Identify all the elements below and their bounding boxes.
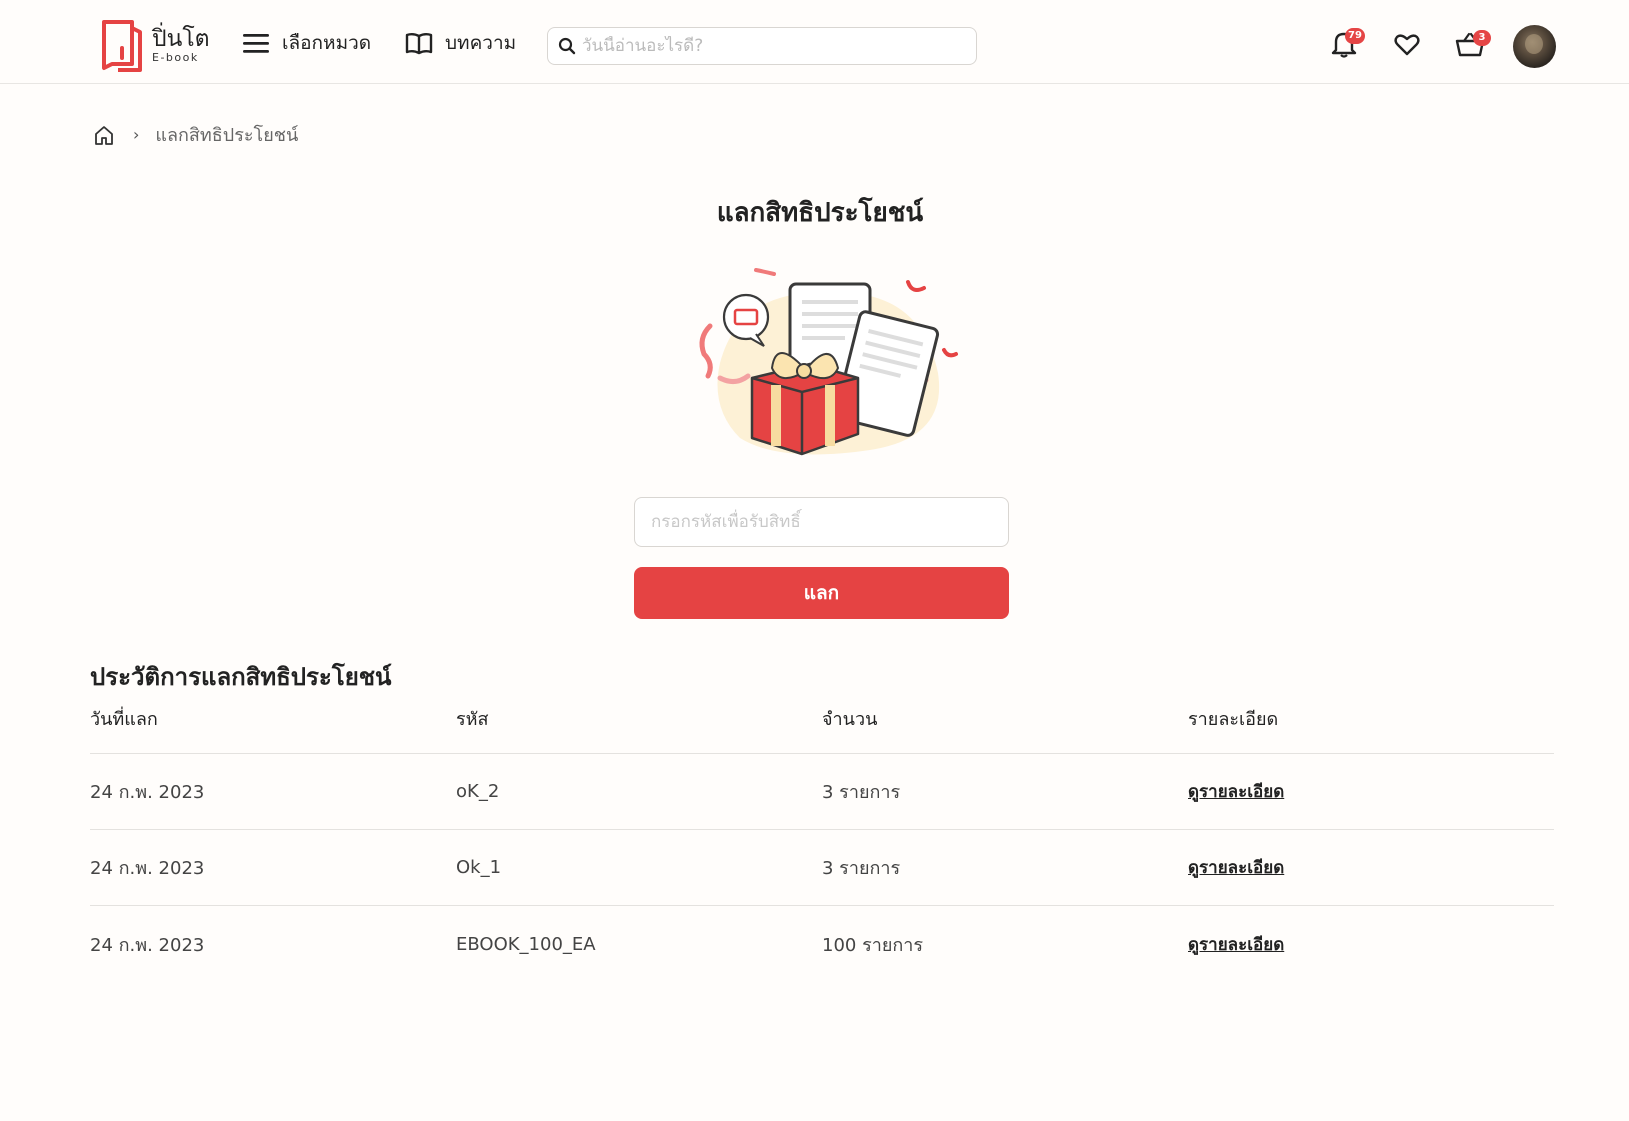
column-amount: จำนวน bbox=[822, 709, 878, 730]
row-code: oK_2 bbox=[456, 781, 500, 802]
row-amount: 100 รายการ bbox=[822, 934, 924, 956]
book-icon bbox=[405, 33, 433, 55]
column-code: รหัส bbox=[456, 709, 489, 730]
row-amount: 3 รายการ bbox=[822, 858, 901, 879]
row-date: 24 ก.พ. 2023 bbox=[90, 782, 205, 803]
view-detail-link[interactable]: ดูรายละเอียด bbox=[1188, 782, 1284, 802]
nav-articles-label: บทความ bbox=[445, 32, 517, 54]
code-input[interactable] bbox=[634, 497, 1009, 547]
wishlist-button[interactable] bbox=[1394, 33, 1420, 61]
search-input[interactable] bbox=[582, 36, 962, 56]
search-box bbox=[547, 27, 977, 65]
chevron-right-icon: › bbox=[133, 125, 140, 144]
nav-categories[interactable]: เลือกหมวด bbox=[242, 28, 371, 58]
table-row: 24 ก.พ. 2023 oK_2 3 รายการ ดูรายละเอียด bbox=[90, 754, 1554, 830]
column-date: วันที่แลก bbox=[90, 709, 158, 730]
table-header: วันที่แลก รหัส จำนวน รายละเอียด bbox=[90, 700, 1554, 754]
page-title: แลกสิทธิประโยชน์ bbox=[716, 198, 924, 228]
cart-badge: 3 bbox=[1473, 30, 1491, 46]
redeem-button[interactable]: แลก bbox=[634, 567, 1009, 619]
row-code: Ok_1 bbox=[456, 857, 502, 878]
view-detail-link[interactable]: ดูรายละเอียด bbox=[1188, 935, 1284, 955]
avatar[interactable] bbox=[1513, 25, 1556, 68]
search-icon bbox=[558, 37, 576, 55]
home-icon[interactable] bbox=[93, 124, 115, 146]
row-code: EBOOK_100_EA bbox=[456, 933, 596, 955]
top-header: ปิ่นโต E-book เลือกหมวด บทความ 79 bbox=[0, 0, 1629, 84]
notification-button[interactable]: 79 bbox=[1331, 28, 1365, 62]
column-detail: รายละเอียด bbox=[1188, 709, 1279, 730]
cart-button[interactable]: 3 bbox=[1455, 30, 1491, 62]
view-detail-link[interactable]: ดูรายละเอียด bbox=[1188, 858, 1284, 878]
table-row: 24 ก.พ. 2023 Ok_1 3 รายการ ดูรายละเอียด bbox=[90, 830, 1554, 906]
breadcrumb: › แลกสิทธิประโยชน์ bbox=[93, 120, 298, 149]
row-amount: 3 รายการ bbox=[822, 782, 901, 803]
menu-icon bbox=[243, 34, 269, 53]
logo-title: ปิ่นโต bbox=[152, 25, 210, 52]
breadcrumb-current: แลกสิทธิประโยชน์ bbox=[155, 125, 299, 146]
logo-icon bbox=[102, 20, 142, 72]
nav-articles[interactable]: บทความ bbox=[405, 28, 516, 58]
heart-icon bbox=[1394, 34, 1420, 56]
logo[interactable]: ปิ่นโต E-book bbox=[100, 18, 210, 72]
gift-illustration bbox=[699, 268, 958, 456]
history-table: วันที่แลก รหัส จำนวน รายละเอียด 24 ก.พ. … bbox=[90, 700, 1554, 982]
table-row: 24 ก.พ. 2023 EBOOK_100_EA 100 รายการ ดูร… bbox=[90, 906, 1554, 982]
row-date: 24 ก.พ. 2023 bbox=[90, 858, 205, 879]
logo-subtitle: E-book bbox=[152, 50, 199, 64]
notification-badge: 79 bbox=[1345, 28, 1365, 44]
history-title: ประวัติการแลกสิทธิประโยชน์ bbox=[90, 663, 392, 691]
row-date: 24 ก.พ. 2023 bbox=[90, 934, 205, 956]
nav-categories-label: เลือกหมวด bbox=[282, 32, 372, 54]
